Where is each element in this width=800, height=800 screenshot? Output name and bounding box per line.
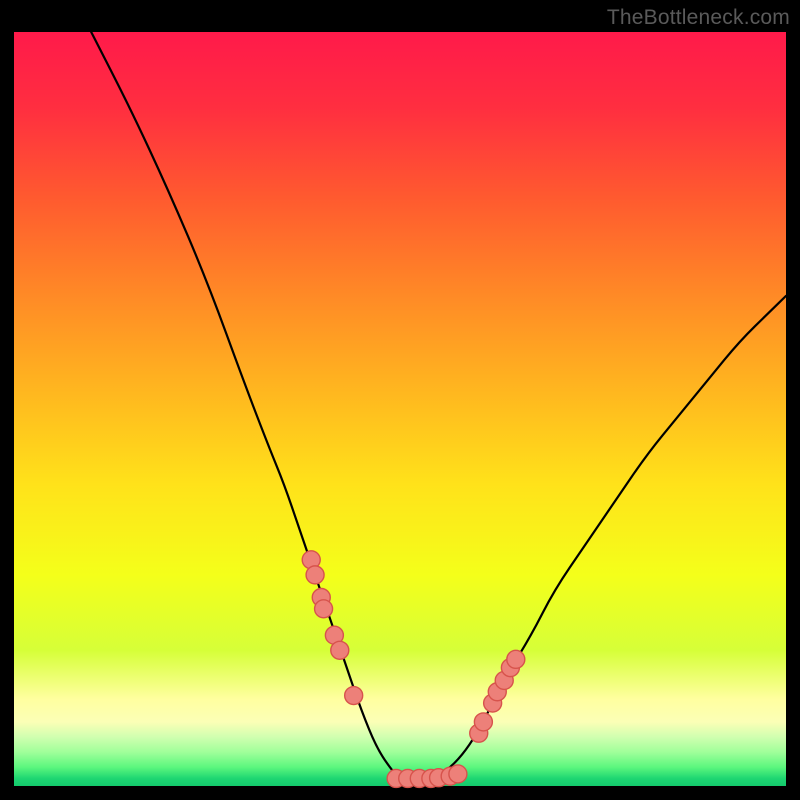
curve-marker xyxy=(306,566,324,584)
bottleneck-chart xyxy=(0,0,800,800)
chart-frame: TheBottleneck.com xyxy=(0,0,800,800)
plot-background xyxy=(14,32,786,786)
curve-marker xyxy=(449,765,467,783)
curve-marker xyxy=(474,713,492,731)
curve-marker xyxy=(315,600,333,618)
curve-marker xyxy=(331,641,349,659)
watermark-text: TheBottleneck.com xyxy=(607,6,790,30)
curve-marker xyxy=(345,687,363,705)
curve-marker xyxy=(507,650,525,668)
